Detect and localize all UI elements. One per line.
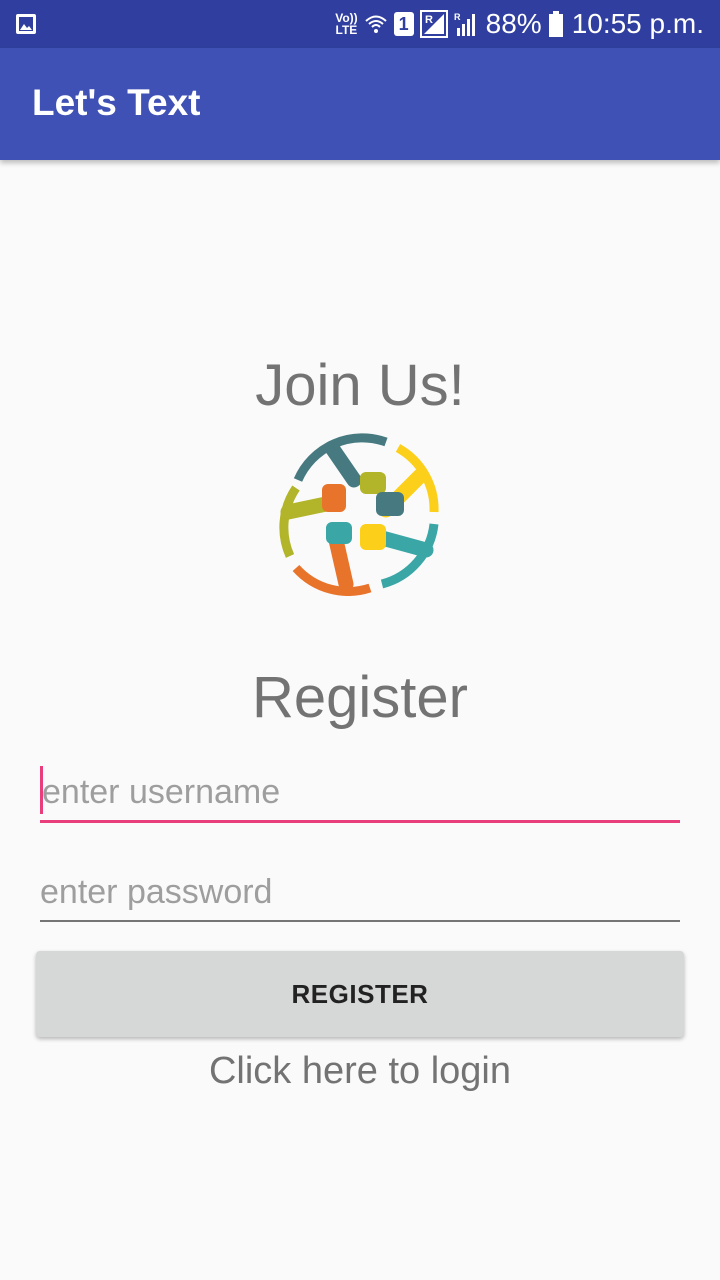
wifi-icon [364,15,387,33]
login-link[interactable]: Click here to login [0,1050,720,1093]
join-title: Join Us! [255,353,465,418]
battery-icon [548,11,563,37]
battery-percent: 88% [485,8,542,39]
gallery-icon [16,14,36,34]
sim-icon: 1 [393,12,414,36]
app-title: Let's Text [32,82,201,123]
volte-bottom-label: LTE [335,23,358,37]
status-bar: Vo)) LTE 1 R R 88% 10:55 p.m. [0,0,720,48]
signal-icon: R [454,12,475,36]
status-clock: 10:55 p.m. [571,8,704,39]
password-field[interactable] [40,864,680,922]
svg-text:R: R [454,12,461,22]
password-input[interactable] [40,864,680,920]
text-cursor [40,766,43,814]
svg-text:R: R [425,14,433,26]
app-bar: Let's Text [0,48,720,160]
status-icons: Vo)) LTE 1 R R 88% 10:55 p.m. [329,0,704,48]
volte-icon: Vo)) LTE [335,12,357,36]
roaming-signal-icon: R [419,10,448,38]
register-button[interactable]: REGISTER [36,951,684,1037]
username-field[interactable] [40,764,682,823]
hands-circle-icon [279,433,439,596]
username-input[interactable] [40,764,682,820]
register-title: Register [252,665,468,730]
